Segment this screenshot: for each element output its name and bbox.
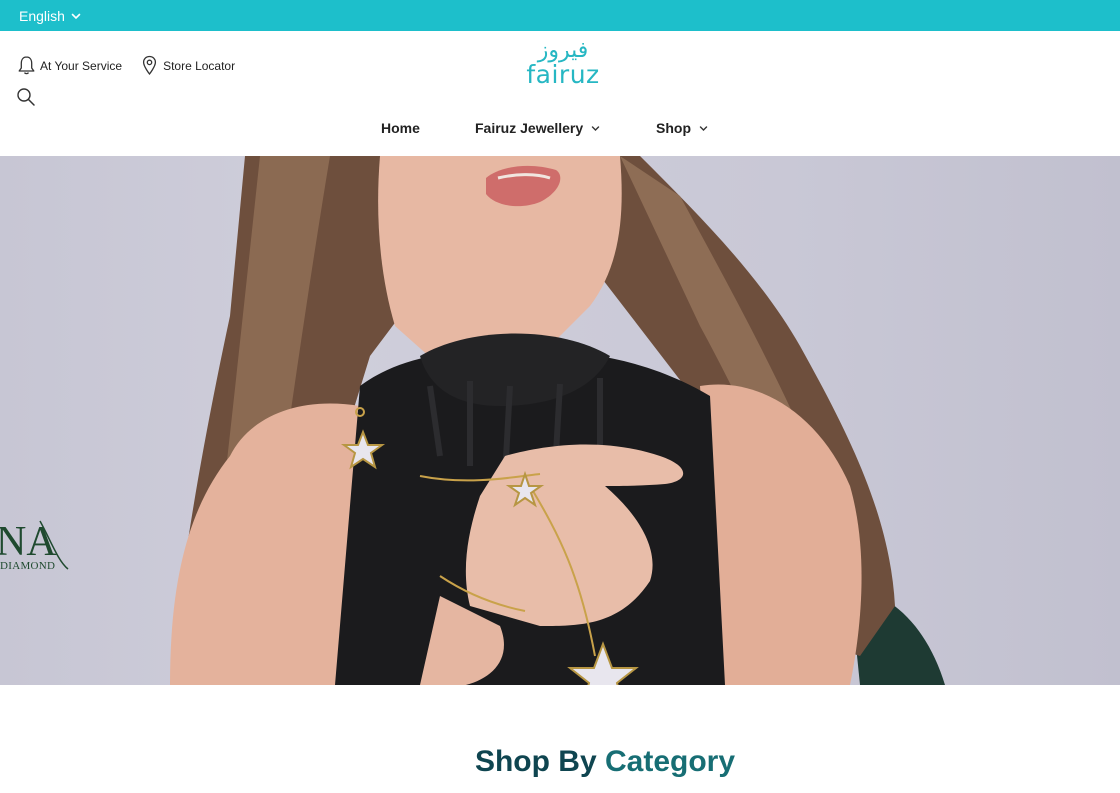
site-header: At Your Service Store Locator فيروز fair… bbox=[0, 31, 1120, 156]
bell-icon bbox=[18, 56, 35, 75]
chevron-down-icon bbox=[71, 13, 81, 19]
svg-text:NA: NA bbox=[0, 519, 57, 565]
at-your-service-link[interactable]: At Your Service bbox=[17, 55, 122, 76]
nav-shop-label: Shop bbox=[656, 120, 691, 136]
location-pin-icon bbox=[143, 55, 157, 76]
section-title-part2: Category bbox=[604, 745, 736, 778]
nav-home-label: Home bbox=[381, 120, 420, 136]
store-locator-link[interactable]: Store Locator bbox=[140, 55, 235, 76]
utility-links: At Your Service Store Locator bbox=[17, 55, 235, 76]
nav-shop[interactable]: Shop bbox=[656, 120, 708, 136]
nav-jewellery-label: Fairuz Jewellery bbox=[475, 120, 584, 136]
top-bar: English bbox=[0, 0, 1120, 31]
hero-image bbox=[170, 156, 945, 685]
nav-home[interactable]: Home bbox=[381, 120, 420, 136]
logo-english: fairuz bbox=[526, 60, 600, 89]
site-logo[interactable]: فيروز fairuz bbox=[526, 39, 600, 95]
brand-logo-word: DIAMOND bbox=[0, 560, 56, 572]
nav-fairuz-jewellery[interactable]: Fairuz Jewellery bbox=[475, 120, 600, 136]
section-title-part1: Shop By bbox=[474, 745, 597, 778]
main-nav: Home Fairuz Jewellery Shop bbox=[0, 120, 1120, 140]
chevron-down-icon bbox=[699, 125, 708, 131]
chevron-down-icon bbox=[591, 125, 600, 131]
section-title: Shop By Category bbox=[0, 745, 1120, 779]
language-label: English bbox=[19, 7, 65, 24]
language-selector[interactable]: English bbox=[19, 8, 81, 24]
service-label: At Your Service bbox=[40, 58, 123, 73]
hero-banner[interactable]: NA DIAMOND bbox=[0, 156, 1120, 685]
store-locator-label: Store Locator bbox=[163, 58, 236, 73]
search-icon[interactable] bbox=[16, 87, 36, 107]
